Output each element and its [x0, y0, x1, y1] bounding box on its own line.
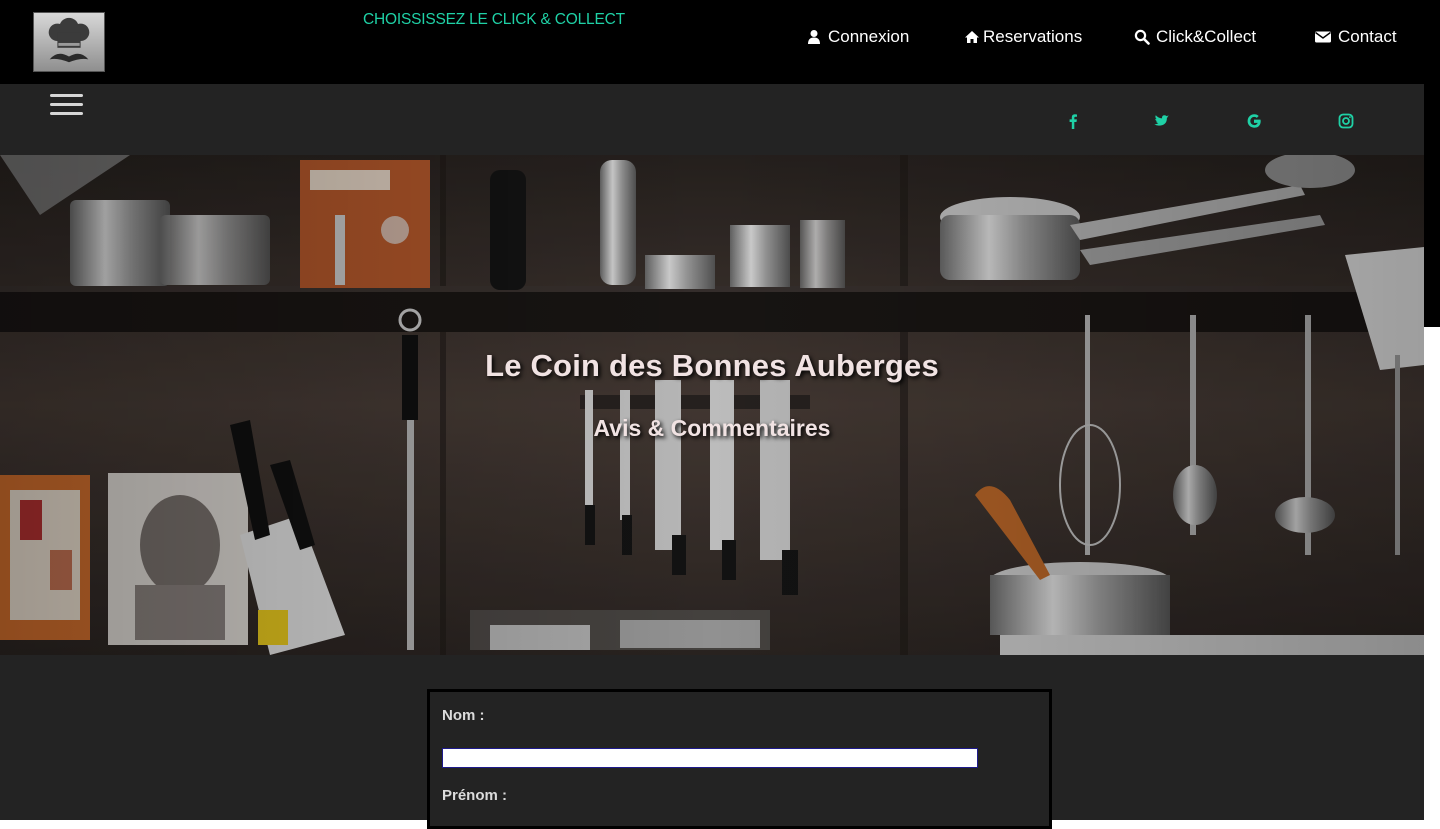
click-collect-promo-link[interactable]: CHOISSISSEZ LE CLICK & COLLECT — [363, 11, 625, 29]
instagram-icon[interactable] — [1337, 112, 1355, 130]
home-icon — [964, 29, 980, 45]
search-icon — [1134, 29, 1150, 45]
hero-subtitle: Avis & Commentaires — [593, 415, 831, 441]
nom-label: Nom : — [442, 707, 485, 724]
kitchen-background-image — [0, 155, 1424, 655]
site-logo[interactable] — [33, 12, 105, 72]
hero-title: Le Coin des Bonnes Auberges — [485, 348, 939, 383]
google-icon[interactable] — [1245, 112, 1263, 130]
user-icon — [806, 29, 822, 45]
envelope-icon — [1314, 29, 1332, 45]
nav-click-collect-label: Click&Collect — [1156, 27, 1257, 46]
facebook-icon[interactable] — [1064, 112, 1082, 130]
nav-connexion-label: Connexion — [828, 27, 910, 46]
nav-reservations-label: Reservations — [983, 27, 1083, 46]
hero-banner — [0, 155, 1424, 655]
top-navbar: CHOISSISSEZ LE CLICK & COLLECT Connexion… — [0, 0, 1440, 84]
nav-reservations[interactable]: Reservations — [964, 26, 1082, 48]
chef-hat-logo-icon — [48, 17, 90, 63]
hamburger-menu-icon[interactable] — [50, 94, 84, 118]
page-edge-strip — [1424, 84, 1440, 327]
nav-click-collect[interactable]: Click&Collect — [1134, 26, 1256, 48]
prenom-label: Prénom : — [442, 787, 508, 804]
twitter-icon[interactable] — [1153, 112, 1171, 130]
nav-contact-label: Contact — [1338, 27, 1397, 46]
secondary-bar — [0, 84, 1424, 155]
nav-connexion[interactable]: Connexion — [806, 26, 909, 48]
nav-contact[interactable]: Contact — [1314, 26, 1397, 48]
nom-input[interactable] — [442, 748, 978, 768]
